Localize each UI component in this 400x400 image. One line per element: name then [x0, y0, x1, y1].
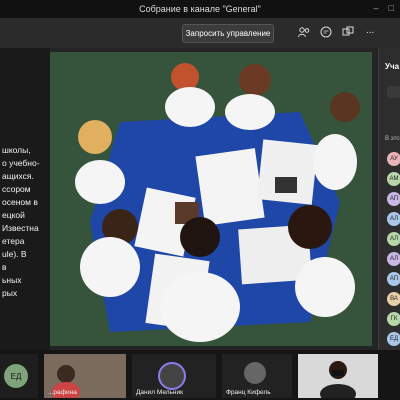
avatar[interactable]: АП [387, 272, 400, 286]
slide-line: ецкой [2, 210, 25, 220]
participant-tile[interactable] [298, 354, 378, 398]
request-control-button[interactable]: Запросить управление [182, 24, 274, 43]
slide-line: ule). В [2, 249, 27, 259]
slide-line: ьных [2, 275, 22, 285]
avatar[interactable]: ЕД [387, 332, 400, 346]
participants-panel: Уча В это АУ АМ АП АЛ АЛ АЛ АП ВА ГК ЕД [378, 48, 400, 350]
more-options-icon[interactable]: ... [366, 25, 374, 36]
chat-icon[interactable] [320, 26, 332, 38]
slide-line: в [2, 262, 7, 272]
avatar: ЕД [4, 364, 28, 388]
participant-name: Франц Кифель [226, 389, 271, 396]
participant-strip: ЕД ...рафина Данил Мельник Франц Кифель [0, 350, 400, 400]
avatar [244, 362, 266, 384]
avatar[interactable]: АЛ [387, 252, 400, 266]
rooms-icon[interactable] [342, 26, 354, 38]
minimize-icon[interactable]: – [374, 3, 379, 13]
participants-subtitle: В это [385, 136, 400, 142]
slide-line: ащихся. [2, 171, 34, 181]
avatar[interactable]: АЛ [387, 212, 400, 226]
participant-tile[interactable]: Франц Кифель [222, 354, 292, 398]
participant-tile[interactable]: Данил Мельник [132, 354, 216, 398]
avatar [158, 362, 186, 390]
participant-name: ...рафина [48, 389, 77, 396]
avatar[interactable]: АЛ [387, 232, 400, 246]
slide-text-panel: школы, о учебно- ащихся. ссором осеном в… [0, 48, 50, 350]
slide-line: етера [2, 236, 25, 246]
title-bar: Собрание в канале "General" – □ [0, 0, 400, 18]
slide-line: Известна [2, 223, 39, 233]
slide-line: ссором [2, 184, 31, 194]
participant-video [298, 354, 378, 398]
slide-line: школы, [2, 145, 31, 155]
maximize-icon[interactable]: □ [389, 3, 394, 13]
avatar[interactable]: АМ [387, 172, 400, 186]
roster-search[interactable] [387, 86, 400, 98]
participants-title: Уча [385, 62, 400, 71]
avatar[interactable]: ВА [387, 292, 400, 306]
slide-line: осеном в [2, 197, 38, 207]
participant-tile[interactable]: ...рафина [44, 354, 126, 398]
classroom-photo [50, 52, 372, 346]
window-controls: – □ [374, 3, 394, 13]
meeting-toolbar: Запросить управление ... [0, 18, 400, 49]
participant-name: Данил Мельник [136, 389, 183, 396]
slide-line: о учебно- [2, 158, 40, 168]
participants-icon[interactable] [298, 26, 310, 38]
avatar[interactable]: АУ [387, 152, 400, 166]
window-title: Собрание в канале "General" [139, 4, 261, 14]
slide-line: рых [2, 288, 18, 298]
avatar[interactable]: ГК [387, 312, 400, 326]
slide-text-spacer [0, 48, 50, 144]
participant-tile[interactable]: ЕД [0, 354, 38, 398]
avatar[interactable]: АП [387, 192, 400, 206]
